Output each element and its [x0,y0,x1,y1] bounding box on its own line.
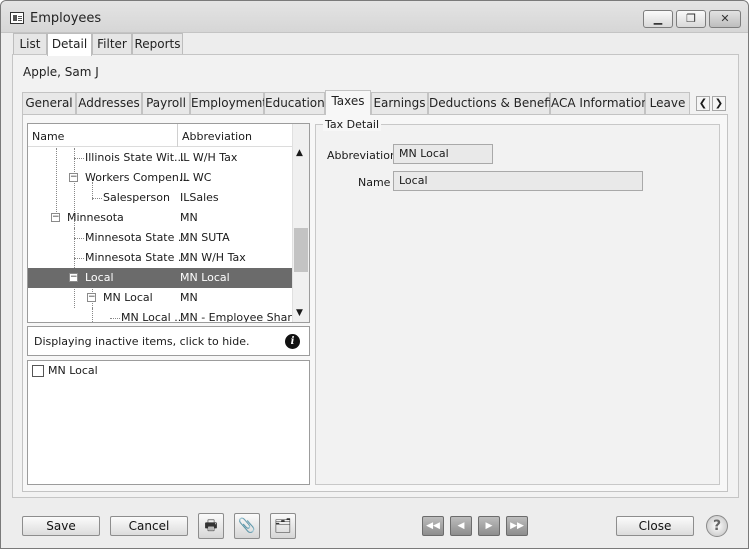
tree-row-name: Minnesota State ... [85,251,189,264]
name-label: Name [358,176,391,189]
tree-row-abbreviation: ILSales [180,191,219,204]
tab-taxes[interactable]: Taxes [325,90,371,115]
tab-addresses[interactable]: Addresses [76,92,142,114]
paperclip-icon[interactable]: 📎 [234,513,260,539]
help-icon[interactable]: ? [706,515,728,537]
tree-row[interactable]: − Minnesota MN [28,208,292,228]
employees-window: Employees ▁ ❐ ✕ List Detail Filter Repor… [0,0,749,549]
collapse-icon[interactable]: − [69,273,78,282]
tree-scrollbar[interactable]: ▲ ▼ [292,124,309,322]
tree-row-name: Local [85,271,114,284]
tab-leave[interactable]: Leave [645,92,690,114]
tree-row-name: Salesperson [103,191,170,204]
selected-items-list: MN Local [27,360,310,485]
tree-row-name: MN Local ... [121,311,185,323]
tree-row-abbreviation: MN [180,291,198,304]
maximize-button[interactable]: ❐ [676,10,706,28]
collapse-icon[interactable]: − [69,173,78,182]
tab-earnings[interactable]: Earnings [371,92,428,114]
tab-general[interactable]: General [22,92,76,114]
abbreviation-field[interactable]: MN Local [393,144,493,164]
close-window-button[interactable]: ✕ [709,10,741,28]
scroll-down-icon[interactable]: ▼ [296,308,303,318]
tab-filter[interactable]: Filter [92,33,132,55]
tab-deductions-benefits[interactable]: Deductions & Benefits [428,92,563,114]
scrollbar-thumb[interactable] [294,228,308,272]
window-title: Employees [30,11,102,26]
employee-name: Apple, Sam J [23,65,99,79]
name-field[interactable]: Local [393,171,643,191]
tab-reports[interactable]: Reports [132,33,183,55]
tree-row-abbreviation: MN Local [180,271,230,284]
inactive-items-bar[interactable]: Displaying inactive items, click to hide… [27,326,310,356]
tree-row[interactable]: Minnesota State ... MN SUTA [28,228,292,248]
save-button[interactable]: Save [22,516,100,536]
tab-detail[interactable]: Detail [47,33,92,56]
tree-row[interactable]: − Workers Compen... IL WC [28,168,292,188]
tabs-scroll-right-button[interactable]: ❯ [712,96,726,111]
tab-employment[interactable]: Employment [190,92,267,114]
info-icon[interactable]: i [285,334,300,349]
first-record-button[interactable]: ◀◀ [422,516,444,536]
abbreviation-label: Abbreviation [327,149,397,162]
column-header-abbreviation[interactable]: Abbreviation [182,130,252,143]
inactive-items-text[interactable]: Displaying inactive items, click to hide… [34,335,249,348]
collapse-icon[interactable]: − [87,293,96,302]
tree-row-abbreviation: MN - Employee Share [180,311,299,323]
notes-icon[interactable]: 🗂 [270,513,296,539]
tree-row-abbreviation: MN [180,211,198,224]
tree-row-selected[interactable]: − Local MN Local [28,268,292,288]
last-record-button[interactable]: ▶▶ [506,516,528,536]
tree-row[interactable]: Salesperson ILSales [28,188,292,208]
collapse-icon[interactable]: − [51,213,60,222]
tree-row-name: Minnesota State ... [85,231,189,244]
tree-row-name: MN Local [103,291,153,304]
app-icon [10,12,24,24]
tree-row-abbreviation: IL W/H Tax [180,151,238,164]
tab-education[interactable]: Education [264,92,325,114]
tab-aca-information[interactable]: ACA Information [550,92,649,114]
tree-row[interactable]: − MN Local MN [28,288,292,308]
printer-icon[interactable]: 🖶 [198,513,224,539]
column-header-name[interactable]: Name [32,130,64,143]
tax-tree[interactable]: Name Abbreviation Illinois State Wit... … [27,123,310,323]
tab-list[interactable]: List [13,33,47,55]
mn-local-checkbox[interactable] [32,365,44,377]
tree-row-name: Illinois State Wit... [85,151,185,164]
close-button[interactable]: Close [616,516,694,536]
tree-row-abbreviation: IL WC [180,171,212,184]
mn-local-label: MN Local [48,364,98,377]
tree-row-abbreviation: MN W/H Tax [180,251,246,264]
tree-header: Name Abbreviation [28,124,292,147]
tax-detail-legend: Tax Detail [323,118,382,131]
next-record-button[interactable]: ▶ [478,516,500,536]
tree-row-name: Minnesota [67,211,124,224]
column-divider[interactable] [177,124,178,147]
tree-row[interactable]: MN Local ... MN - Employee Share [28,308,298,323]
tree-row-name: Workers Compen... [85,171,190,184]
tree-row[interactable]: Minnesota State ... MN W/H Tax [28,248,292,268]
title-bar: Employees ▁ ❐ ✕ [1,1,748,33]
previous-record-button[interactable]: ◀ [450,516,472,536]
minimize-button[interactable]: ▁ [643,10,673,28]
tab-payroll[interactable]: Payroll [142,92,190,114]
cancel-button[interactable]: Cancel [110,516,188,536]
tree-row-abbreviation: MN SUTA [180,231,230,244]
scroll-up-icon[interactable]: ▲ [296,148,303,158]
tabs-scroll-left-button[interactable]: ❮ [696,96,710,111]
tree-row[interactable]: Illinois State Wit... IL W/H Tax [28,148,292,168]
